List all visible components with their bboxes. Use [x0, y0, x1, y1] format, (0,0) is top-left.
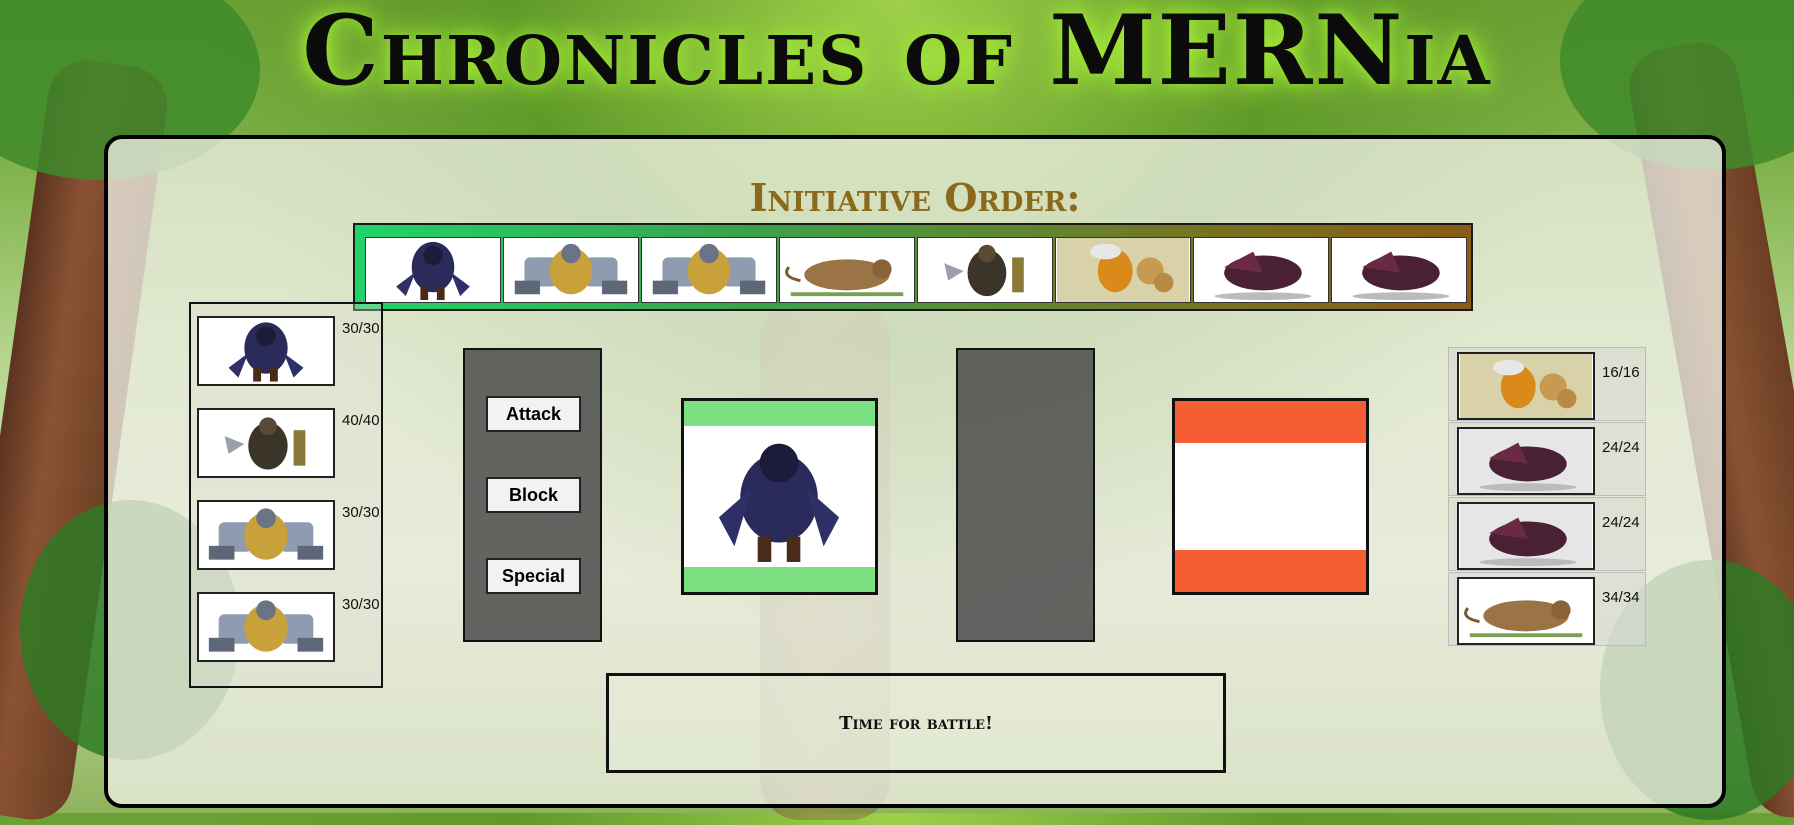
harpy-icon — [1460, 504, 1592, 568]
rogue-icon — [718, 443, 840, 562]
enemy-portrait — [1457, 577, 1595, 645]
dwarf-icon — [652, 243, 766, 295]
initiative-slot — [641, 237, 777, 303]
initiative-slot — [1055, 237, 1191, 303]
enemy-hp: 24/24 — [1602, 514, 1640, 531]
rat-icon — [785, 259, 904, 297]
rat-icon — [1464, 600, 1583, 638]
initiative-slot — [917, 237, 1053, 303]
action-panel: Attack Block Special — [463, 348, 602, 642]
party-hp: 30/30 — [342, 504, 380, 521]
dwarf-icon — [514, 243, 628, 295]
special-button[interactable]: Special — [486, 558, 581, 594]
wasp-icon — [1057, 238, 1189, 302]
rogue-icon — [228, 322, 304, 382]
party-portrait — [197, 592, 335, 662]
initiative-slot — [503, 237, 639, 303]
enemy-hp: 34/34 — [1602, 589, 1640, 606]
party-hp: 30/30 — [342, 596, 380, 613]
battle-panel: Initiative Order: 30/30 40/40 30/30 30/3… — [104, 135, 1726, 808]
harpy-icon — [1460, 429, 1592, 493]
enemy-item[interactable]: 34/34 — [1448, 572, 1646, 646]
game-title: Chronicles of MERNia — [302, 0, 1492, 107]
party-list: 30/30 40/40 30/30 30/30 — [189, 302, 383, 688]
party-portrait — [197, 316, 335, 386]
enemy-hp: 16/16 — [1602, 364, 1640, 381]
initiative-order-bar — [353, 223, 1473, 311]
enemy-list: 16/16 24/24 24/24 34/34 — [1448, 347, 1646, 647]
target-info-panel — [956, 348, 1095, 642]
enemy-item[interactable]: 16/16 — [1448, 347, 1646, 421]
initiative-slot — [779, 237, 915, 303]
initiative-slot — [1193, 237, 1329, 303]
party-member[interactable]: 30/30 — [195, 584, 383, 672]
party-hp: 40/40 — [342, 412, 380, 429]
party-portrait — [197, 408, 335, 478]
party-portrait — [197, 500, 335, 570]
dwarf-icon — [208, 508, 324, 560]
initiative-slot — [365, 237, 501, 303]
active-player-card — [681, 398, 878, 595]
enemy-portrait — [1457, 502, 1595, 570]
harpy-icon — [1214, 251, 1312, 301]
wasp-icon — [1460, 354, 1592, 418]
warrior-icon — [224, 417, 306, 470]
dwarf-icon — [208, 600, 324, 652]
enemy-hp: 24/24 — [1602, 439, 1640, 456]
enemy-portrait — [1457, 352, 1595, 420]
enemy-item[interactable]: 24/24 — [1448, 497, 1646, 571]
initiative-slot — [1331, 237, 1467, 303]
rogue-icon — [396, 241, 470, 301]
attack-button[interactable]: Attack — [486, 396, 581, 432]
party-member[interactable]: 30/30 — [195, 308, 383, 396]
party-member[interactable]: 40/40 — [195, 400, 383, 488]
harpy-icon — [1352, 251, 1450, 301]
enemy-portrait — [1457, 427, 1595, 495]
battle-log: Time for battle! — [606, 673, 1226, 773]
enemy-item[interactable]: 24/24 — [1448, 422, 1646, 496]
enemy-target-card[interactable] — [1172, 398, 1369, 595]
party-member[interactable]: 30/30 — [195, 492, 383, 580]
block-button[interactable]: Block — [486, 477, 581, 513]
battle-log-message: Time for battle! — [839, 712, 993, 734]
initiative-title: Initiative Order: — [749, 175, 1081, 220]
warrior-icon — [944, 244, 1024, 297]
party-hp: 30/30 — [342, 320, 380, 337]
